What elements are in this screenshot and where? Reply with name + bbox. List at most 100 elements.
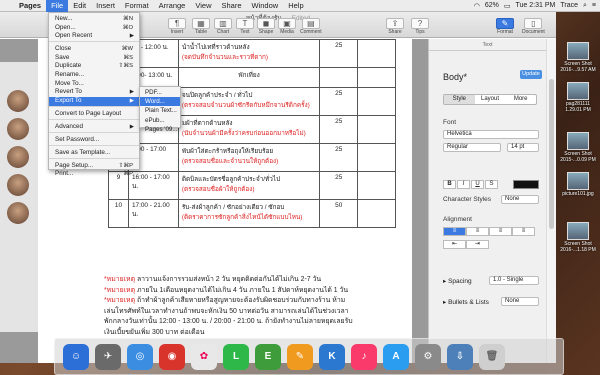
underline-button[interactable]: U <box>471 180 484 189</box>
strikethrough-button[interactable]: S <box>485 180 498 189</box>
row-points[interactable]: 25 <box>319 87 359 116</box>
share-button[interactable]: ⇪ Share <box>386 18 404 35</box>
table-row[interactable]: 5:00 - 17:00 พับผ้าใส่ตะกร้าหรือถุงให้เรี… <box>108 143 396 172</box>
text-button[interactable]: T Text <box>236 18 254 35</box>
export-pages-09[interactable]: Pages '09... <box>140 125 180 134</box>
row-number[interactable]: 10 <box>108 199 129 228</box>
row-task[interactable]: พักเที่ยง <box>177 67 321 88</box>
bullets-lists-label[interactable]: ▸ Bullets & Lists <box>443 298 489 306</box>
menu-file[interactable]: File <box>46 0 69 12</box>
row-task[interactable]: พับผ้าใส่ตะกร้าหรือถุงให้เรียบร้อย (ตรวจส… <box>177 143 321 172</box>
system-preferences-icon[interactable]: ⚙ <box>415 343 441 370</box>
media-button[interactable]: ▣ Media <box>278 18 296 35</box>
desktop-file-icon[interactable]: Screen Shot 2016-...1.18 PM <box>558 222 598 253</box>
row-task[interactable]: มผ้าที่ตากด้านหลัง (นับจำนวนผ้ามีครั้งว่า… <box>177 115 321 144</box>
row-check[interactable] <box>357 115 396 144</box>
spacing-select[interactable]: 1.0 - Single <box>489 276 539 285</box>
trash-icon[interactable]: 🗑 <box>479 343 505 370</box>
paragraph-style-selector[interactable]: Body* <box>443 72 467 82</box>
bullets-select[interactable]: None <box>501 297 539 306</box>
row-task[interactable]: ติดบิลและบัตรชื่อลูกค้าประจำ/ทั่วไป (ตรวจ… <box>177 171 321 200</box>
align-right-button[interactable]: ≡ <box>489 227 512 236</box>
row-check[interactable] <box>357 143 396 172</box>
table-row[interactable]: 10 17:00 - 21.00 น. รับ-ส่งผ้าลูกค้า / ซัก… <box>108 199 396 228</box>
launchpad-icon[interactable]: ✈ <box>95 343 121 370</box>
evernote-icon[interactable]: E <box>255 343 281 370</box>
spacing-label[interactable]: ▸ Spacing <box>443 277 472 285</box>
row-points[interactable]: 25 <box>319 39 359 68</box>
character-styles-select[interactable]: None <box>501 195 539 204</box>
table-row[interactable]: 00 - 12:00 น. นำน้ำไปเทที่ราวด้านหลัง (จดบ… <box>108 39 396 68</box>
menu-item-page-setup[interactable]: Page Setup... ⇧⌘P <box>49 162 139 171</box>
menu-item-duplicate[interactable]: Duplicate ⇧⌘S <box>49 62 139 71</box>
row-points[interactable]: 50 <box>319 199 359 228</box>
menu-item-open[interactable]: Open... ⌘O <box>49 24 139 33</box>
row-check[interactable] <box>357 171 396 200</box>
pages-icon[interactable]: ✎ <box>287 343 313 370</box>
row-task[interactable]: นำน้ำไปเทที่ราวด้านหลัง (จดบันทึกจำนวนและ… <box>177 39 321 68</box>
menu-arrange[interactable]: Arrange <box>154 0 191 12</box>
menu-help[interactable]: Help <box>283 0 308 12</box>
menu-app-pages[interactable]: Pages <box>14 0 46 12</box>
menu-item-save-as-template[interactable]: Save as Template... <box>49 149 139 159</box>
justify-button[interactable]: ≡ <box>512 227 535 236</box>
menu-item-open-recent[interactable]: Open Recent ▶ <box>49 32 139 43</box>
menu-view[interactable]: View <box>190 0 216 12</box>
tab-more[interactable]: More <box>505 95 536 104</box>
outdent-button[interactable]: ⇤ <box>443 240 466 249</box>
search-icon[interactable]: ⌕ <box>583 2 587 10</box>
clock[interactable]: Tue 2:31 PM <box>516 2 556 9</box>
finder-icon[interactable]: ☺ <box>63 343 89 370</box>
desktop-file-icon[interactable]: picture101.jpg <box>558 172 598 197</box>
update-style-button[interactable]: Update <box>520 70 542 79</box>
insert-button[interactable]: ¶ Insert <box>168 18 186 35</box>
menu-edit[interactable]: Edit <box>68 0 91 12</box>
wifi-icon[interactable]: ◠ <box>474 2 480 10</box>
battery-level[interactable]: 62% <box>485 2 499 9</box>
sidebar-scrollbar[interactable] <box>546 39 556 363</box>
menu-item-convert-page-layout[interactable]: Convert to Page Layout <box>49 110 139 120</box>
row-check[interactable] <box>357 87 396 116</box>
menu-insert[interactable]: Insert <box>91 0 120 12</box>
row-check[interactable] <box>357 67 396 88</box>
chart-button[interactable]: ▥ Chart <box>214 18 232 35</box>
user-name[interactable]: Trace <box>560 2 578 9</box>
menu-item-export-to[interactable]: Export To ▶ <box>49 96 139 107</box>
menu-item-advanced[interactable]: Advanced ▶ <box>49 123 139 133</box>
app-store-icon[interactable]: A <box>383 343 409 370</box>
row-task[interactable]: รับ-ส่งผ้าลูกค้า / ซักอย่างเดียว / ซักอบ… <box>177 199 321 228</box>
menu-share[interactable]: Share <box>216 0 246 12</box>
row-time[interactable]: 17:00 - 21.00 น. <box>127 199 179 228</box>
row-task[interactable]: จนปิดลูกค้าประจำ / ทั่วไป (ตรวจสอบจำนวนผ้… <box>177 87 321 116</box>
export-epub[interactable]: ePub... <box>140 116 180 125</box>
row-points[interactable]: 25 <box>319 115 359 144</box>
menu-format[interactable]: Format <box>120 0 154 12</box>
line-icon[interactable]: L <box>223 343 249 370</box>
align-center-button[interactable]: ≡ <box>466 227 489 236</box>
table-row[interactable]: 9 16:00 - 17:00 น. ติดบิลและบัตรชื่อลูกค้า… <box>108 171 396 200</box>
format-button[interactable]: ✎ Format <box>496 18 514 35</box>
shape-button[interactable]: ◼ Shape <box>257 18 275 35</box>
photos-icon[interactable]: ✿ <box>191 343 217 370</box>
document-button[interactable]: ▯ Document <box>522 18 545 35</box>
tab-layout[interactable]: Layout <box>475 95 506 104</box>
chrome-icon[interactable]: ◉ <box>159 343 185 370</box>
export-plain-text[interactable]: Plain Text... <box>140 106 180 115</box>
notification-icon[interactable]: ≡ <box>592 2 596 9</box>
menu-window[interactable]: Window <box>247 0 284 12</box>
italic-button[interactable]: I <box>457 180 470 189</box>
itunes-icon[interactable]: ♪ <box>351 343 377 370</box>
keynote-icon[interactable]: K <box>319 343 345 370</box>
desktop-file-icon[interactable]: pag281111 1.29.01 PM <box>558 82 598 113</box>
table-button[interactable]: ▦ Table <box>192 18 210 35</box>
tips-button[interactable]: ? Tips <box>411 18 429 35</box>
align-left-button[interactable]: ≡ <box>443 227 466 236</box>
menu-item-set-password[interactable]: Set Password... <box>49 136 139 146</box>
text-color-well[interactable] <box>513 180 539 189</box>
menu-item-rename[interactable]: Rename... <box>49 71 139 80</box>
row-points[interactable]: 25 <box>319 171 359 200</box>
menu-item-revert-to[interactable]: Revert To ▶ <box>49 88 139 97</box>
typeface-select[interactable]: Regular <box>443 143 501 152</box>
export-pdf[interactable]: PDF... <box>140 88 180 97</box>
scroll-thumb[interactable] <box>549 79 554 229</box>
